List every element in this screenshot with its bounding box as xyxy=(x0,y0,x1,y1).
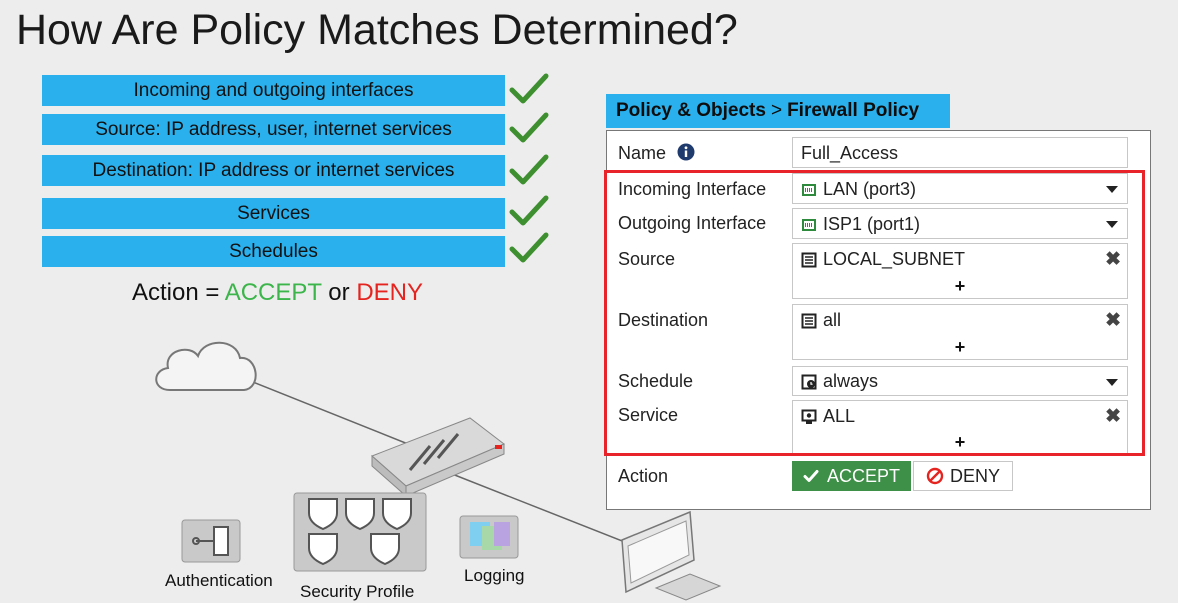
deny-button[interactable]: DENY xyxy=(913,461,1013,491)
firewall-device-icon xyxy=(371,417,505,498)
accept-button[interactable]: ACCEPT xyxy=(792,461,911,491)
breadcrumb-section[interactable]: Policy & Objects xyxy=(616,100,766,122)
computer-icon xyxy=(621,510,722,601)
breadcrumb-page: Firewall Policy xyxy=(787,100,920,121)
action-label: Action xyxy=(618,466,669,486)
name-field[interactable]: Full_Access xyxy=(792,137,1128,168)
authentication-icon xyxy=(181,519,241,563)
info-icon[interactable] xyxy=(677,143,695,161)
authentication-caption: Authentication xyxy=(165,571,273,590)
cloud-icon xyxy=(155,341,257,391)
name-label: Name xyxy=(618,143,695,164)
name-label-text: Name xyxy=(618,143,667,163)
name-value: Full_Access xyxy=(801,143,899,163)
check-icon xyxy=(803,470,819,482)
deny-icon xyxy=(926,467,944,485)
logging-icon xyxy=(459,515,519,559)
accept-button-label: ACCEPT xyxy=(826,465,900,486)
security-profile-caption: Security Profile xyxy=(300,582,415,601)
breadcrumb: Policy & Objects > Firewall Policy xyxy=(606,94,950,128)
breadcrumb-separator: > xyxy=(770,100,783,121)
match-criteria-highlight xyxy=(604,170,1145,456)
deny-button-label: DENY xyxy=(949,465,1000,486)
security-profile-icon xyxy=(293,492,427,572)
logging-caption: Logging xyxy=(464,566,525,585)
